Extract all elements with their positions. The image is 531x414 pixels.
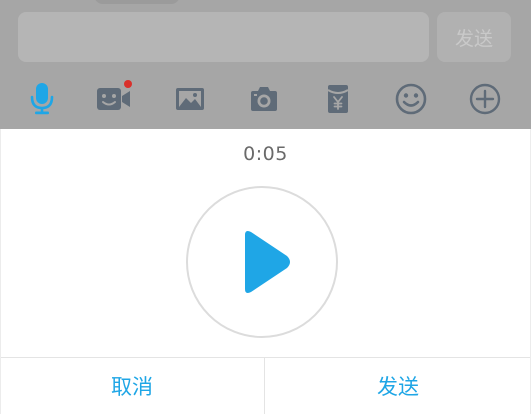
video-call-icon[interactable] xyxy=(93,78,135,120)
notification-dot xyxy=(124,80,132,88)
voice-recorder-panel: 0:05 xyxy=(0,129,531,357)
send-voice-button[interactable]: 发送 xyxy=(265,358,531,414)
send-message-button[interactable]: 发送 xyxy=(437,12,511,62)
microphone-icon[interactable] xyxy=(21,78,63,120)
emoji-icon[interactable] xyxy=(390,78,432,120)
image-icon[interactable] xyxy=(169,78,211,120)
camera-icon[interactable] xyxy=(243,78,285,120)
action-bar: 取消 发送 xyxy=(0,357,531,414)
red-envelope-icon[interactable] xyxy=(317,78,359,120)
top-fragment xyxy=(94,0,180,4)
elapsed-time: 0:05 xyxy=(243,143,288,165)
toolbar xyxy=(0,72,531,124)
plus-icon[interactable] xyxy=(464,78,506,120)
message-input[interactable] xyxy=(18,12,429,62)
left-edge xyxy=(0,129,1,414)
chat-input-area: 发送 xyxy=(0,0,531,129)
cancel-button[interactable]: 取消 xyxy=(0,358,264,414)
play-button[interactable] xyxy=(186,186,338,338)
play-icon xyxy=(245,231,290,293)
